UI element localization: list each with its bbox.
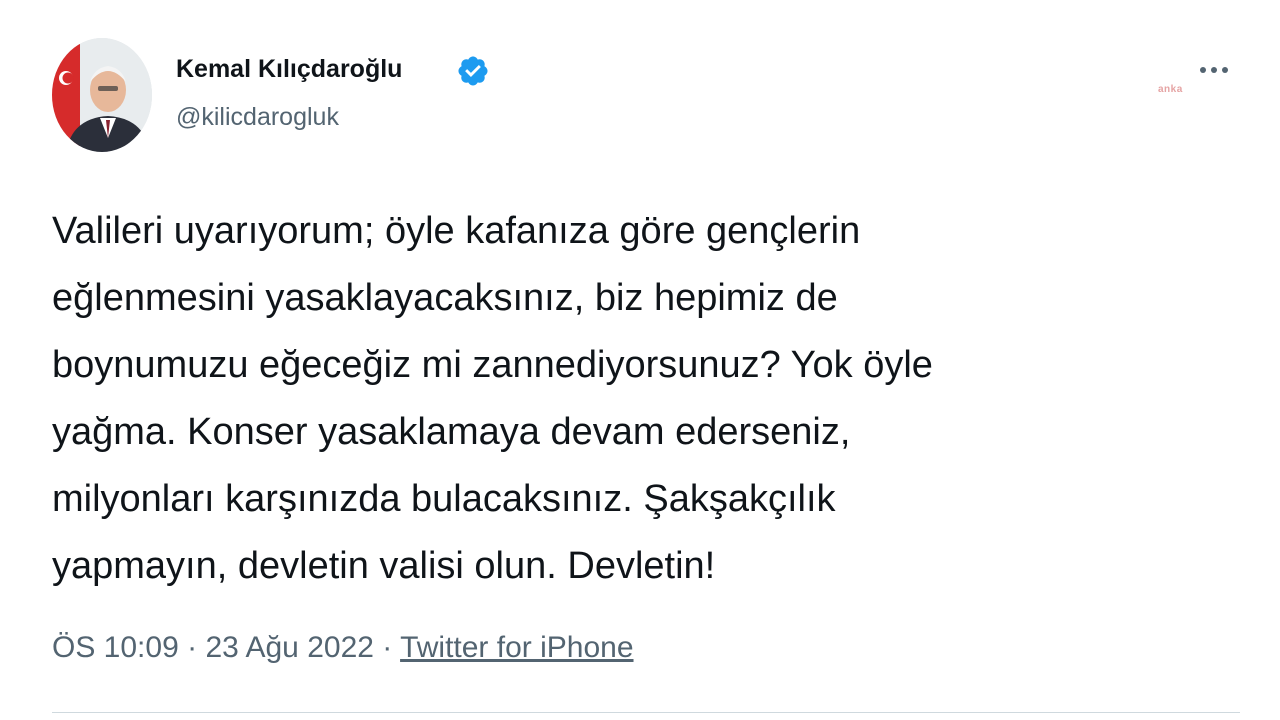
author-avatar[interactable] xyxy=(52,38,152,152)
author-handle[interactable]: @kilicdarogluk xyxy=(176,103,339,132)
tweet-meta: ÖS 10:09 · 23 Ağu 2022 · Twitter for iPh… xyxy=(52,631,634,665)
verified-badge-icon xyxy=(458,56,488,86)
tweet-text-line: boynumuzu eğeceğiz mi zannediyorsunuz? Y… xyxy=(52,344,933,386)
tweet-text-line: yağma. Konser yasaklamaya devam ederseni… xyxy=(52,411,851,453)
meta-separator: · xyxy=(373,631,401,664)
tweet-date[interactable]: 23 Ağu 2022 xyxy=(205,631,374,664)
tweet-text-line: yapmayın, devletin valisi olun. Devletin… xyxy=(52,545,716,587)
more-dot-icon xyxy=(1200,67,1206,73)
more-options-button[interactable] xyxy=(1190,58,1238,82)
author-name[interactable]: Kemal Kılıçdaroğlu xyxy=(176,55,402,84)
more-dot-icon xyxy=(1211,67,1217,73)
tweet-text-line: Valileri uyarıyorum; öyle kafanıza göre … xyxy=(52,210,861,252)
watermark: anka xyxy=(1158,84,1183,95)
tweet-text-line: eğlenmesini yasaklayacaksınız, biz hepim… xyxy=(52,277,838,319)
tweet-text-line: milyonları karşınızda bulacaksınız. Şakş… xyxy=(52,478,836,520)
profile-photo-icon xyxy=(52,38,152,152)
tweet-source-link[interactable]: Twitter for iPhone xyxy=(400,631,633,664)
divider xyxy=(52,712,1240,713)
more-dot-icon xyxy=(1222,67,1228,73)
tweet-time[interactable]: ÖS 10:09 xyxy=(52,631,179,664)
tweet-card: Kemal Kılıçdaroğlu @kilicdarogluk anka V… xyxy=(0,0,1280,720)
tweet-text: Valileri uyarıyorum; öyle kafanıza göre … xyxy=(52,198,1222,600)
meta-separator: · xyxy=(178,631,206,664)
